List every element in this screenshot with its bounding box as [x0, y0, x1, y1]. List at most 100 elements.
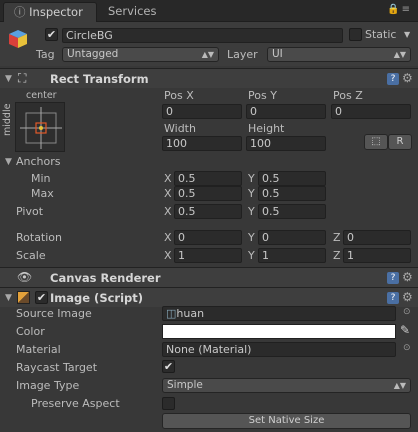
max-x-axis: X: [164, 187, 172, 200]
scale-z-axis: Z: [333, 249, 341, 262]
pivot-y-field[interactable]: 0.5: [258, 204, 326, 219]
rect-transform-icon: ⛶: [18, 71, 27, 85]
eye-icon: 👁: [17, 270, 33, 284]
static-checkbox[interactable]: [349, 28, 362, 41]
cube-icon: [7, 28, 29, 50]
anchor-preset-button[interactable]: [15, 102, 65, 152]
material-label: Material: [16, 343, 61, 356]
anchor-h-label: center: [26, 90, 57, 101]
pos-y-field[interactable]: 0: [246, 104, 326, 119]
image-type-value: Simple: [167, 379, 203, 391]
pos-y-header: Pos Y: [248, 89, 277, 102]
chevron-down-icon: ▲▼: [393, 50, 406, 59]
max-y-field[interactable]: 0.5: [258, 186, 326, 201]
name-field[interactable]: CircleBG: [62, 28, 343, 43]
canvas-renderer-title: Canvas Renderer: [50, 271, 161, 285]
pos-x-field[interactable]: 0: [162, 104, 242, 119]
width-field[interactable]: 100: [162, 136, 242, 151]
layer-value: UI: [272, 48, 283, 60]
eyedropper-icon[interactable]: ✎: [400, 323, 410, 337]
max-y-axis: Y: [248, 187, 255, 200]
active-checkbox[interactable]: ✔: [45, 28, 58, 41]
tag-dropdown[interactable]: Untagged ▲▼: [62, 47, 219, 62]
scale-y-axis: Y: [248, 249, 255, 262]
scale-z-field[interactable]: 1: [343, 248, 411, 263]
gear-icon[interactable]: ⚙: [402, 290, 413, 304]
min-x-field[interactable]: 0.5: [174, 171, 242, 186]
preserve-aspect-checkbox[interactable]: [162, 397, 175, 410]
tag-value: Untagged: [67, 48, 119, 60]
set-native-size-button[interactable]: Set Native Size: [162, 413, 411, 429]
static-dropdown-icon[interactable]: ▼: [404, 30, 410, 39]
rotation-label: Rotation: [16, 231, 63, 244]
layer-dropdown[interactable]: UI ▲▼: [267, 47, 411, 62]
pivot-label: Pivot: [16, 205, 44, 218]
blueprint-icon: ⬚: [371, 136, 381, 147]
tag-label: Tag: [36, 48, 55, 61]
min-x-axis: X: [164, 172, 172, 185]
image-enabled-checkbox[interactable]: ✔: [35, 291, 48, 304]
rot-x-field[interactable]: 0: [174, 230, 242, 245]
scale-y-field[interactable]: 1: [258, 248, 326, 263]
sprite-icon: ◫: [166, 307, 177, 320]
image-type-dropdown[interactable]: Simple ▲▼: [162, 378, 411, 393]
raycast-target-label: Raycast Target: [16, 361, 98, 374]
help-icon[interactable]: ?: [387, 73, 399, 85]
gear-icon[interactable]: ⚙: [402, 71, 413, 85]
max-label: Max: [31, 187, 54, 200]
rot-x-axis: X: [164, 231, 172, 244]
raycast-target-checkbox[interactable]: ✔: [162, 360, 175, 373]
tab-inspector[interactable]: ⓘ Inspector: [3, 2, 97, 22]
rot-y-axis: Y: [248, 231, 255, 244]
rot-z-axis: Z: [333, 231, 341, 244]
tab-menu-icon[interactable]: 🔒≡: [387, 4, 412, 15]
pivot-x-field[interactable]: 0.5: [174, 204, 242, 219]
chevron-down-icon: ▲▼: [393, 381, 406, 390]
rect-transform-header[interactable]: ▼ ⛶ Rect Transform ? ⚙: [0, 68, 418, 88]
foldout-icon[interactable]: ▼: [5, 293, 12, 303]
width-header: Width: [164, 122, 196, 135]
anchors-label: Anchors: [16, 155, 61, 168]
preserve-aspect-label: Preserve Aspect: [31, 397, 120, 410]
scale-x-axis: X: [164, 249, 172, 262]
help-icon[interactable]: ?: [387, 272, 399, 284]
blueprint-mode-button[interactable]: ⬚: [364, 134, 388, 150]
image-component-icon: [17, 291, 30, 304]
tab-bar: ⓘ Inspector Services 🔒≡: [0, 0, 418, 22]
pos-z-header: Pos Z: [333, 89, 363, 102]
material-field[interactable]: None (Material): [162, 342, 396, 357]
scale-x-field[interactable]: 1: [174, 248, 242, 263]
min-label: Min: [31, 172, 51, 185]
layer-label: Layer: [227, 48, 258, 61]
source-image-field[interactable]: ◫huan: [162, 306, 396, 321]
image-script-title: Image (Script): [50, 291, 144, 305]
gear-icon[interactable]: ⚙: [402, 270, 413, 284]
rect-transform-title: Rect Transform: [50, 72, 149, 86]
pos-x-header: Pos X: [164, 89, 194, 102]
image-script-header[interactable]: ▼ ✔ Image (Script) ? ⚙: [0, 287, 418, 307]
scale-label: Scale: [16, 249, 46, 262]
min-y-axis: Y: [248, 172, 255, 185]
max-x-field[interactable]: 0.5: [174, 186, 242, 201]
height-field[interactable]: 100: [246, 136, 326, 151]
pivot-x-axis: X: [164, 205, 172, 218]
canvas-renderer-header[interactable]: 👁 Canvas Renderer ? ⚙: [0, 267, 418, 287]
tab-services[interactable]: Services: [98, 2, 167, 22]
inspector-tab-icon: ⓘ: [14, 5, 30, 19]
image-type-label: Image Type: [16, 379, 80, 392]
rot-z-field[interactable]: 0: [343, 230, 411, 245]
color-label: Color: [16, 325, 45, 338]
help-icon[interactable]: ?: [387, 292, 399, 304]
height-header: Height: [248, 122, 285, 135]
min-y-field[interactable]: 0.5: [258, 171, 326, 186]
pos-z-field[interactable]: 0: [331, 104, 411, 119]
foldout-icon[interactable]: ▼: [5, 74, 12, 84]
anchors-foldout-icon[interactable]: ▼: [5, 157, 12, 167]
raw-edit-button[interactable]: R: [388, 134, 412, 150]
source-image-label: Source Image: [16, 307, 92, 320]
chevron-down-icon: ▲▼: [201, 50, 214, 59]
color-swatch[interactable]: [162, 324, 396, 339]
rot-y-field[interactable]: 0: [258, 230, 326, 245]
object-picker-icon[interactable]: ⊙: [403, 343, 411, 353]
object-picker-icon[interactable]: ⊙: [403, 307, 411, 317]
